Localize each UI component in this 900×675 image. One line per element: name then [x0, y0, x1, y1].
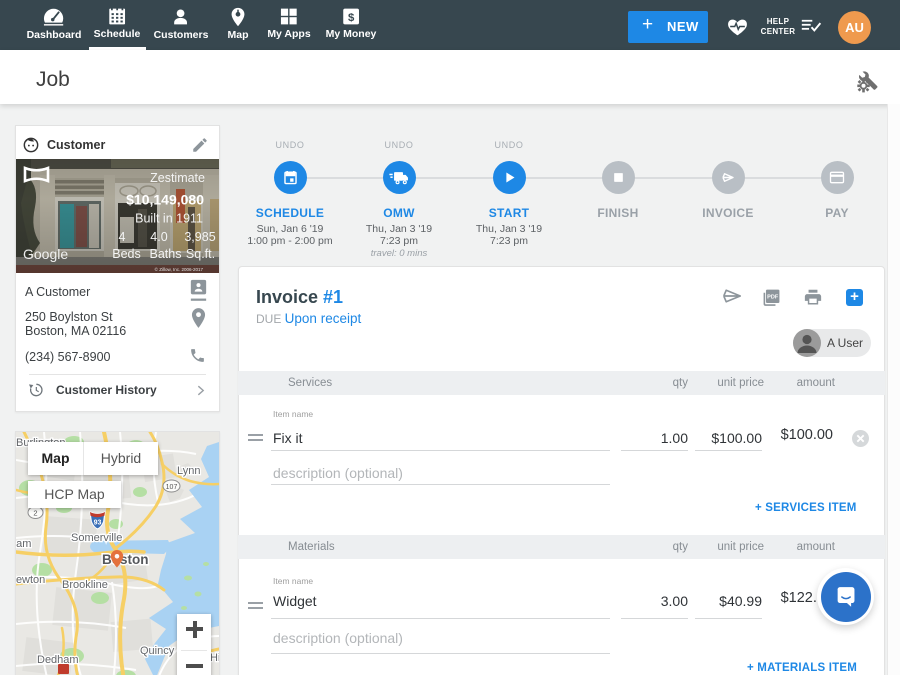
svg-text:Dedham: Dedham	[37, 654, 79, 666]
svg-text:Baths: Baths	[150, 247, 182, 261]
svg-text:PDF: PDF	[767, 294, 779, 300]
svg-text:Google: Google	[23, 246, 68, 262]
svg-text:Newton: Newton	[16, 574, 45, 586]
svg-text:$10,149,080: $10,149,080	[126, 192, 204, 208]
svg-text:Lynn: Lynn	[177, 465, 200, 477]
svg-text:4.0: 4.0	[150, 230, 167, 244]
svg-text:Built in 1911: Built in 1911	[135, 212, 203, 226]
svg-text:Brookline: Brookline	[62, 579, 108, 591]
svg-text:$: $	[348, 12, 355, 24]
svg-text:Sq.ft.: Sq.ft.	[186, 247, 215, 261]
svg-text:3,985: 3,985	[184, 230, 215, 244]
svg-text:Hi: Hi	[210, 652, 219, 664]
svg-text:Somerville: Somerville	[71, 532, 122, 544]
svg-text:Beds: Beds	[112, 247, 141, 261]
svg-text:2: 2	[33, 509, 37, 518]
svg-text:Boston: Boston	[102, 552, 149, 567]
svg-text:Quincy: Quincy	[140, 645, 175, 657]
svg-text:93: 93	[94, 520, 102, 527]
svg-text:Zestimate: Zestimate	[150, 171, 205, 185]
svg-text:4: 4	[119, 230, 126, 244]
svg-text:107: 107	[166, 484, 178, 491]
svg-text:ham: ham	[16, 538, 31, 550]
svg-text:© Zillow, Inc. 2006-2017: © Zillow, Inc. 2006-2017	[155, 266, 204, 272]
